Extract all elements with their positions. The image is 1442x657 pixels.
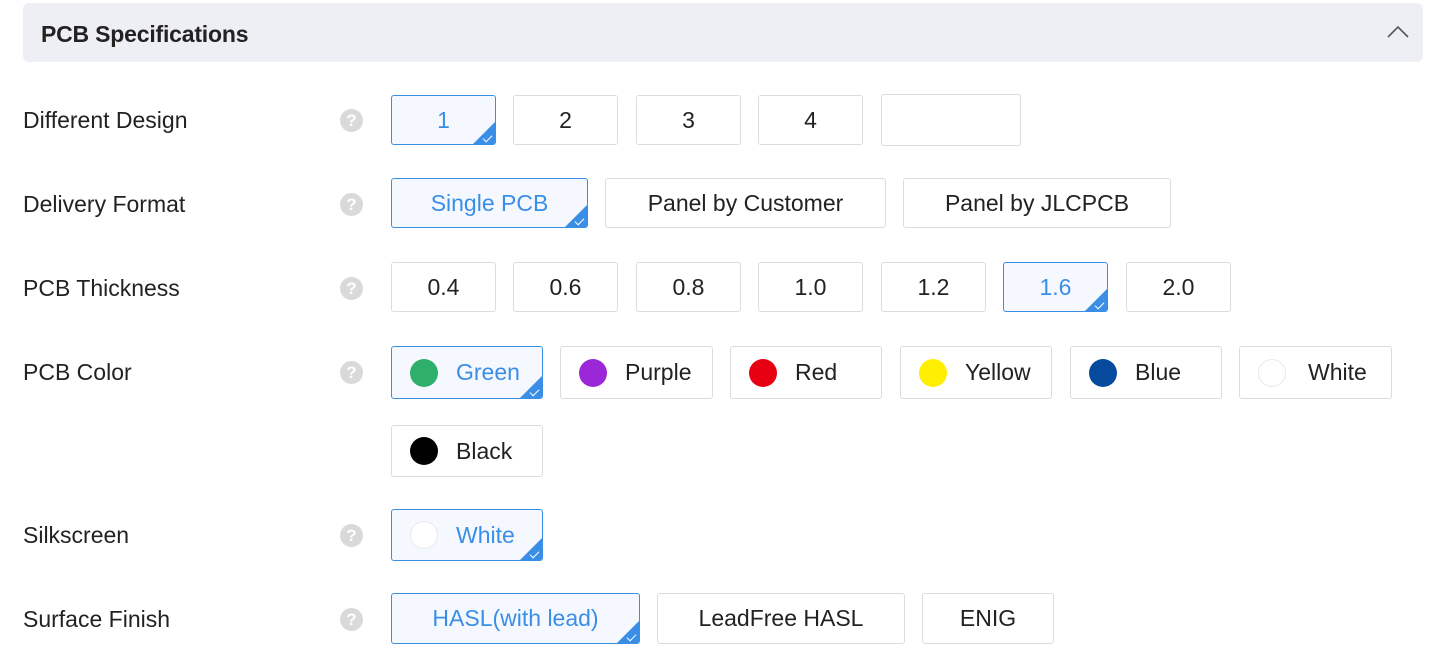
section-title: PCB Specifications (41, 21, 249, 47)
option-silkscreen-white[interactable]: White (391, 509, 543, 561)
option-single-pcb[interactable]: Single PCB (391, 178, 588, 228)
option-label: 2 (559, 106, 572, 133)
label-pcb-color: PCB Color (23, 359, 132, 385)
option-panel-by-jlcpcb[interactable]: Panel by JLCPCB (903, 178, 1171, 228)
option-label: Purple (625, 359, 692, 385)
option-label: 1 (437, 106, 450, 133)
question-circle-icon[interactable]: ? (340, 109, 363, 132)
chevron-up-icon[interactable] (1387, 25, 1409, 39)
option-color-purple[interactable]: Purple (560, 346, 713, 399)
question-circle-icon[interactable]: ? (340, 361, 363, 384)
option-label: HASL(with lead) (432, 605, 599, 631)
option-color-red[interactable]: Red (730, 346, 882, 399)
option-thickness-0.8[interactable]: 0.8 (636, 262, 741, 312)
color-swatch-green (410, 358, 438, 387)
color-swatch-black (410, 437, 438, 465)
option-label: 1.6 (1039, 273, 1072, 300)
color-swatch-purple (579, 358, 607, 387)
option-label: Black (456, 437, 513, 464)
option-panel-by-customer[interactable]: Panel by Customer (605, 178, 886, 228)
question-circle-icon[interactable]: ? (340, 524, 363, 547)
option-label: Yellow (965, 359, 1031, 385)
option-hasl-with-lead[interactable]: HASL(with lead) (391, 593, 640, 644)
option-label: 1.2 (917, 273, 950, 300)
option-label: 0.4 (427, 273, 460, 300)
option-label: White (456, 521, 515, 548)
option-thickness-2.0[interactable]: 2.0 (1126, 262, 1231, 312)
option-design-3[interactable]: 3 (636, 95, 741, 145)
option-color-white[interactable]: White (1239, 346, 1392, 399)
option-design-4[interactable]: 4 (758, 95, 863, 145)
option-thickness-1.2[interactable]: 1.2 (881, 262, 986, 312)
option-label: 2.0 (1162, 273, 1195, 300)
option-enig[interactable]: ENIG (922, 593, 1054, 644)
color-swatch-white (1258, 358, 1286, 387)
option-label: 1.0 (794, 273, 827, 300)
option-label: Green (456, 359, 520, 385)
option-label: 4 (804, 106, 817, 133)
question-circle-icon[interactable]: ? (340, 277, 363, 300)
design-custom-input[interactable] (881, 94, 1021, 146)
color-swatch-white (410, 521, 438, 549)
option-design-2[interactable]: 2 (513, 95, 618, 145)
option-thickness-1.6[interactable]: 1.6 (1003, 262, 1108, 312)
option-label: Single PCB (430, 189, 549, 216)
label-surface-finish: Surface Finish (23, 606, 171, 632)
option-label: Red (795, 359, 838, 385)
option-thickness-0.6[interactable]: 0.6 (513, 262, 618, 312)
option-label: Panel by JLCPCB (944, 189, 1130, 216)
label-different-design: Different Design (23, 107, 188, 133)
option-color-yellow[interactable]: Yellow (900, 346, 1052, 399)
label-pcb-thickness: PCB Thickness (23, 275, 180, 301)
option-label: ENIG (959, 605, 1017, 631)
option-leadfree-hasl[interactable]: LeadFree HASL (657, 593, 905, 644)
color-swatch-blue (1089, 358, 1117, 387)
option-thickness-1.0[interactable]: 1.0 (758, 262, 863, 312)
option-color-black[interactable]: Black (391, 425, 543, 477)
option-thickness-0.4[interactable]: 0.4 (391, 262, 496, 312)
option-label: Blue (1135, 359, 1182, 385)
question-circle-icon[interactable]: ? (340, 193, 363, 216)
option-label: 3 (682, 106, 695, 133)
option-label: 0.6 (549, 273, 582, 300)
section-header[interactable]: PCB Specifications (23, 3, 1423, 62)
color-swatch-yellow (919, 358, 947, 387)
option-label: LeadFree HASL (698, 605, 864, 631)
option-label: 0.8 (672, 273, 705, 300)
label-delivery-format: Delivery Format (23, 191, 186, 217)
option-label: Panel by Customer (647, 189, 844, 216)
option-color-blue[interactable]: Blue (1070, 346, 1222, 399)
color-swatch-red (749, 358, 777, 387)
option-color-green[interactable]: Green (391, 346, 543, 399)
option-design-1[interactable]: 1 (391, 95, 496, 145)
option-label: White (1308, 359, 1367, 385)
label-silkscreen: Silkscreen (23, 522, 130, 548)
question-circle-icon[interactable]: ? (340, 608, 363, 631)
